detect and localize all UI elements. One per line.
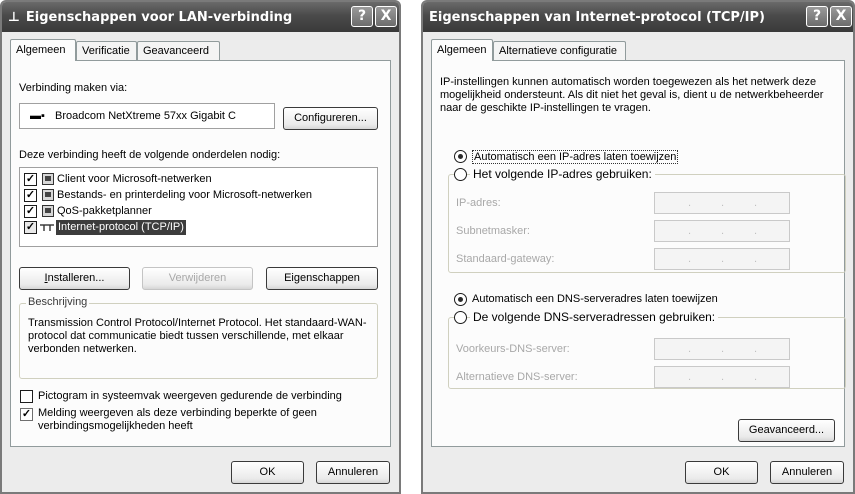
auto-dns-radio[interactable]	[454, 293, 467, 306]
tcpip-properties-dialog: Eigenschappen van Internet-protocol (TCP…	[421, 0, 855, 494]
manual-dns-label: De volgende DNS-serveradressen gebruiken…	[470, 310, 719, 324]
component-label-selected: Internet-protocol (TCP/IP)	[56, 220, 186, 235]
list-item[interactable]: ✓ Client voor Microsoft-netwerken	[20, 172, 375, 188]
alternate-dns-label: Alternatieve DNS-server:	[456, 371, 578, 383]
intro-text: IP-instellingen kunnen automatisch worde…	[440, 76, 824, 114]
ok-button[interactable]: OK	[685, 461, 758, 484]
tab-algemeen[interactable]: Algemeen	[10, 39, 76, 61]
ip-address-label: IP-adres:	[456, 197, 501, 209]
gateway-label: Standaard-gateway:	[456, 253, 555, 265]
qos-scheduler-icon	[42, 205, 54, 217]
lan-tabs: Algemeen Verificatie Geavanceerd	[10, 39, 391, 61]
cancel-button[interactable]: Annuleren	[770, 461, 844, 484]
component-label: QoS-pakketplanner	[57, 205, 152, 217]
tab-geavanceerd[interactable]: Geavanceerd	[137, 41, 220, 61]
ip-address-field[interactable]: ...	[654, 192, 790, 214]
adapter-field: ▬▪ Broadcom NetXtreme 57xx Gigabit C	[19, 103, 275, 129]
component-label: Bestands- en printerdeling voor Microsof…	[57, 189, 312, 201]
help-button[interactable]: ?	[351, 6, 373, 27]
close-button[interactable]: X	[830, 6, 852, 27]
file-printer-sharing-icon	[42, 189, 54, 201]
preferred-dns-field[interactable]: ...	[654, 338, 790, 360]
alternate-dns-field[interactable]: ...	[654, 366, 790, 388]
lan-titlebar[interactable]: ⊥ Eigenschappen voor LAN-verbinding ? X	[2, 2, 399, 32]
manual-ip-label: Het volgende IP-adres gebruiken:	[470, 167, 655, 181]
components-label: Deze verbinding heeft de volgende onderd…	[19, 149, 281, 161]
list-item[interactable]: ✓ Bestands- en printerdeling voor Micros…	[20, 188, 375, 204]
subnet-label: Subnetmasker:	[456, 225, 530, 237]
tcp-titlebar[interactable]: Eigenschappen van Internet-protocol (TCP…	[423, 2, 853, 32]
component-label: Client voor Microsoft-netwerken	[57, 173, 212, 185]
component-checkbox[interactable]: ✓	[24, 205, 37, 218]
notify-checkbox[interactable]: ✓	[20, 408, 33, 421]
manual-ip-radio[interactable]	[454, 168, 467, 181]
network-card-icon: ▬▪	[30, 110, 45, 122]
tcp-general-panel: IP-instellingen kunnen automatisch worde…	[431, 60, 846, 447]
component-checkbox[interactable]: ✓	[24, 173, 37, 186]
auto-ip-label: Automatisch een IP-adres laten toewijzen	[472, 150, 679, 164]
tab-alternatieve-configuratie[interactable]: Alternatieve configuratie	[493, 41, 626, 61]
gateway-field[interactable]: ...	[654, 248, 790, 270]
remove-button[interactable]: Verwijderen	[142, 267, 253, 290]
show-icon-checkbox[interactable]	[20, 390, 33, 403]
show-icon-label: Pictogram in systeemvak weergeven gedure…	[38, 390, 342, 402]
cancel-button[interactable]: Annuleren	[316, 461, 390, 484]
lan-properties-dialog: ⊥ Eigenschappen voor LAN-verbinding ? X …	[0, 0, 401, 494]
subnet-field[interactable]: ...	[654, 220, 790, 242]
close-button[interactable]: X	[375, 6, 397, 27]
install-button[interactable]: Installeren...	[19, 267, 130, 290]
auto-ip-radio[interactable]	[454, 150, 467, 163]
advanced-button[interactable]: Geavanceerd...	[738, 419, 835, 442]
notify-label: Melding weergeven als deze verbinding be…	[38, 407, 317, 432]
tab-verificatie[interactable]: Verificatie	[76, 41, 137, 61]
list-item[interactable]: ✓ QoS-pakketplanner	[20, 204, 375, 220]
network-client-icon	[42, 173, 54, 185]
help-button[interactable]: ?	[806, 6, 828, 27]
manual-dns-radio[interactable]	[454, 311, 467, 324]
ok-button[interactable]: OK	[231, 461, 304, 484]
preferred-dns-label: Voorkeurs-DNS-server:	[456, 343, 570, 355]
lan-general-panel: Verbinding maken via: ▬▪ Broadcom NetXtr…	[10, 60, 391, 447]
description-group: Beschrijving Transmission Control Protoc…	[19, 296, 378, 379]
tcp-tabs: Algemeen Alternatieve configuratie	[431, 39, 845, 61]
tab-algemeen[interactable]: Algemeen	[431, 39, 493, 61]
component-checkbox[interactable]: ✓	[24, 189, 37, 202]
components-list[interactable]: ✓ Client voor Microsoft-netwerken ✓ Best…	[19, 167, 378, 247]
component-checkbox[interactable]: ✓	[24, 221, 37, 234]
network-connection-icon: ⊥	[8, 9, 20, 25]
description-text: Transmission Control Protocol/Internet P…	[28, 317, 367, 355]
lan-title: Eigenschappen voor LAN-verbinding	[25, 9, 293, 25]
protocol-icon	[40, 224, 54, 231]
configure-button[interactable]: Configureren...	[283, 107, 378, 130]
adapter-name: Broadcom NetXtreme 57xx Gigabit C	[55, 110, 236, 122]
properties-button[interactable]: Eigenschappen	[266, 267, 378, 290]
description-legend: Beschrijving	[26, 296, 90, 308]
list-item[interactable]: ✓ Internet-protocol (TCP/IP)	[20, 220, 375, 236]
tcp-title: Eigenschappen van Internet-protocol (TCP…	[429, 9, 765, 25]
connect-via-label: Verbinding maken via:	[19, 82, 128, 94]
auto-dns-label: Automatisch een DNS-serveradres laten to…	[472, 293, 718, 305]
